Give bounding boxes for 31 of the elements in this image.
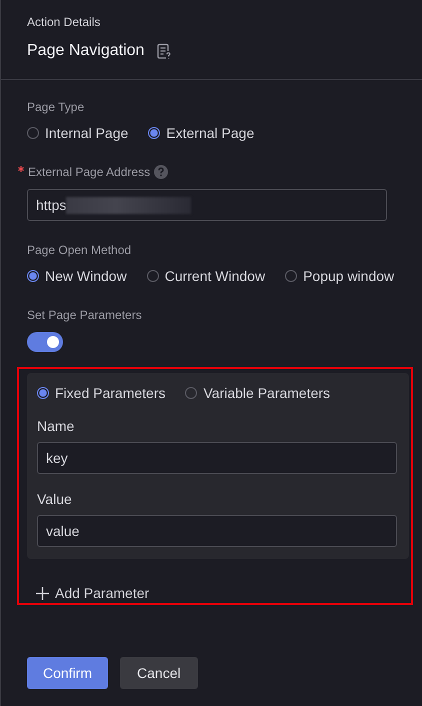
confirm-button[interactable]: Confirm	[27, 657, 108, 689]
address-field[interactable]: https	[27, 189, 387, 221]
radio-option[interactable]: Internal Page	[27, 125, 128, 141]
panel-caption: Action Details	[27, 15, 102, 29]
radio-icon[interactable]	[185, 387, 198, 399]
field-label: Value	[37, 491, 72, 507]
field-label: External Page Address	[28, 165, 150, 179]
radio-option[interactable]: Current Window	[146, 268, 266, 284]
cancel-button[interactable]: Cancel	[120, 657, 198, 689]
plus-icon	[36, 586, 49, 600]
radio-option[interactable]: Variable Parameters	[185, 385, 330, 401]
radio-option[interactable]: Fixed Parameters	[37, 385, 166, 401]
field-label: Set Page Parameters	[27, 308, 142, 322]
document-help-icon[interactable]	[156, 42, 172, 60]
radio-icon[interactable]	[37, 387, 49, 399]
text-field[interactable]: key	[37, 442, 397, 474]
add-parameter-button[interactable]: Add Parameter	[36, 585, 150, 601]
radio-icon[interactable]	[27, 127, 39, 139]
radio-icon[interactable]	[146, 270, 159, 282]
radio-icon[interactable]	[285, 270, 298, 282]
field-label: Page Open Method	[27, 243, 132, 257]
panel-title: Page Navigation	[27, 42, 144, 60]
toggle-switch[interactable]	[27, 332, 63, 352]
text-field[interactable]: value	[37, 515, 397, 547]
radio-icon[interactable]	[27, 270, 39, 282]
field-label: Name	[37, 418, 74, 434]
radio-icon[interactable]	[148, 127, 160, 139]
radio-option[interactable]: Popup window	[285, 268, 394, 284]
radio-option[interactable]: External Page	[148, 125, 254, 141]
field-label: Page Type	[27, 100, 84, 114]
radio-option[interactable]: New Window	[27, 268, 127, 284]
